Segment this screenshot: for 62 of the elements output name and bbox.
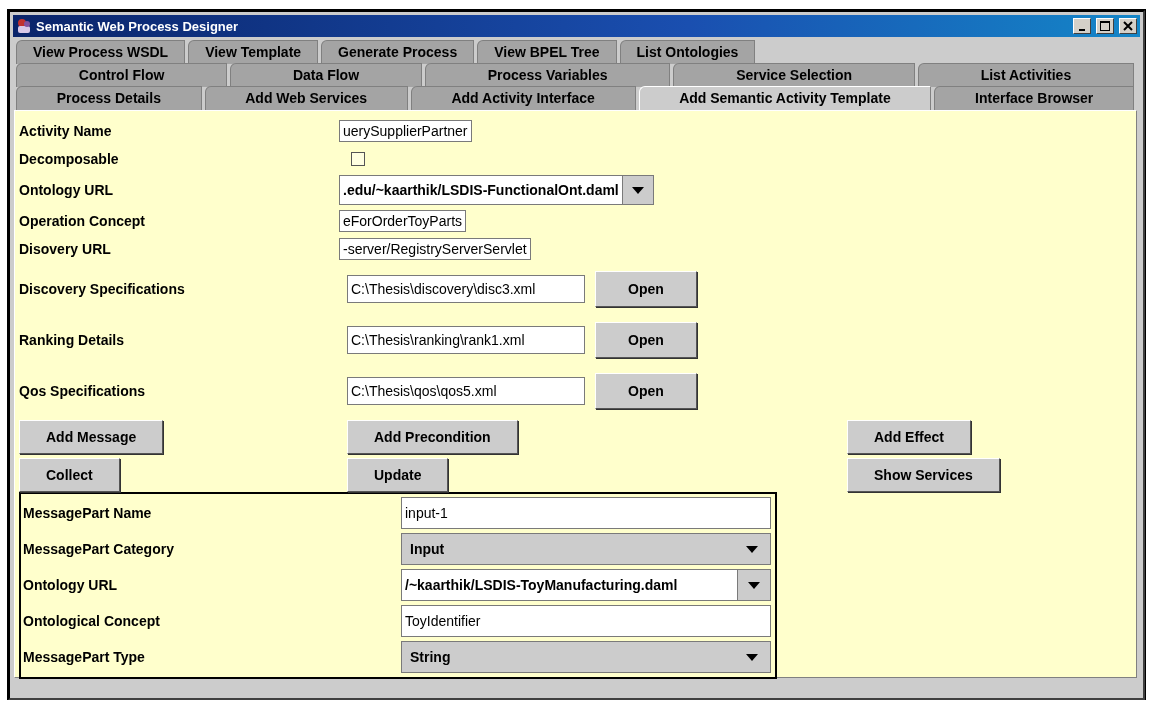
tab[interactable]: Add Semantic Activity Template [638, 86, 932, 110]
tab[interactable]: Process Details [16, 86, 202, 110]
dropdown[interactable]: Input [401, 533, 771, 565]
text-field[interactable]: uerySupplierPartner [339, 120, 472, 142]
text-field[interactable]: eForOrderToyParts [339, 210, 467, 232]
text-field[interactable]: -server/RegistryServerServlet [339, 238, 531, 260]
action-button[interactable]: Update [347, 458, 449, 492]
tab[interactable]: Process Variables [424, 63, 671, 87]
dropdown-arrow-icon [748, 581, 760, 589]
dropdown-arrow-icon [631, 186, 644, 194]
maximize-icon [1100, 21, 1110, 31]
field-label: Operation Concept [19, 213, 145, 229]
combo-box[interactable]: /~kaarthik/LSDIS-ToyManufacturing.daml [401, 569, 771, 601]
field-label: MessagePart Category [23, 541, 174, 557]
tab[interactable]: View Process WSDL [16, 40, 186, 64]
minimize-icon [1079, 28, 1085, 31]
dropdown-arrow-icon [746, 653, 758, 661]
field-label: MessagePart Name [23, 505, 152, 521]
minimize-button[interactable] [1073, 18, 1091, 34]
text-field[interactable]: input-1 [401, 497, 771, 529]
combo-box[interactable]: .edu/~kaarthik/LSDIS-FunctionalOnt.daml [339, 175, 654, 205]
close-button[interactable] [1119, 18, 1137, 34]
field-label: Ranking Details [19, 331, 125, 348]
field-label: Ontological Concept [23, 613, 160, 629]
maximize-button[interactable] [1096, 18, 1114, 34]
text-field[interactable]: C:\Thesis\ranking\rank1.xml [347, 325, 585, 354]
tab[interactable]: Data Flow [230, 63, 422, 87]
open-button[interactable]: Open [595, 321, 697, 358]
tab[interactable]: List Activities [917, 63, 1134, 87]
field-label: MessagePart Type [23, 649, 145, 665]
tab[interactable]: List Ontologies [619, 40, 756, 64]
tab[interactable]: Interface Browser [934, 86, 1134, 110]
dropdown[interactable]: String [401, 641, 771, 673]
action-button[interactable]: Add Message [19, 420, 164, 454]
field-label: Qos Specifications [19, 382, 146, 399]
field-label: Disovery URL [19, 241, 111, 257]
text-field[interactable]: ToyIdentifier [401, 605, 771, 637]
tab[interactable]: View BPEL Tree [477, 40, 617, 64]
app-icon [16, 18, 32, 34]
action-button[interactable]: Collect [19, 458, 120, 492]
open-button[interactable]: Open [595, 372, 697, 409]
field-label: Ontology URL [19, 182, 114, 198]
open-button[interactable]: Open [595, 270, 697, 307]
tab[interactable]: View Template [188, 40, 319, 64]
action-button[interactable]: Add Effect [847, 420, 971, 454]
field-label: Activity Name [19, 123, 112, 139]
tab[interactable]: Add Activity Interface [410, 86, 636, 110]
tab[interactable]: Service Selection [673, 63, 915, 87]
tab[interactable]: Add Web Services [204, 86, 408, 110]
field-label: Decomposable [19, 151, 119, 167]
tab[interactable]: Control Flow [16, 63, 228, 87]
text-field[interactable]: C:\Thesis\qos\qos5.xml [347, 376, 585, 405]
action-button[interactable]: Show Services [847, 458, 1000, 492]
action-button[interactable]: Add Precondition [347, 420, 518, 454]
field-label: Ontology URL [23, 577, 118, 593]
text-field[interactable]: C:\Thesis\discovery\disc3.xml [347, 274, 585, 303]
field-label: Discovery Specifications [19, 280, 185, 297]
window-title: Semantic Web Process Designer [36, 18, 240, 34]
tab[interactable]: Generate Process [321, 40, 475, 64]
close-icon [1123, 21, 1133, 31]
checkbox[interactable] [351, 152, 365, 166]
dropdown-arrow-icon [746, 545, 758, 553]
